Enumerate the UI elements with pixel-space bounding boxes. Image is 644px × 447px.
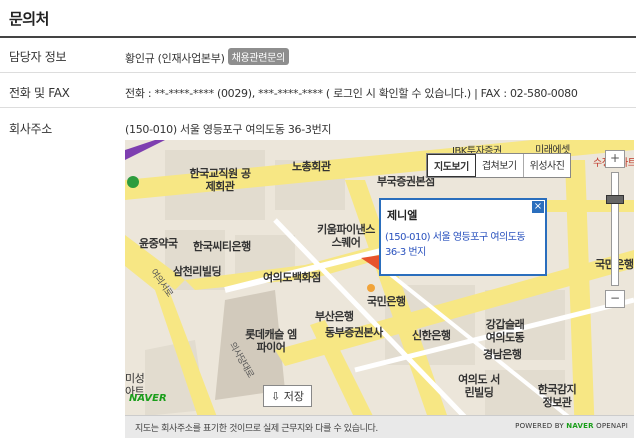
map-view-tabs: 지도보기 겹쳐보기 위성사진 — [426, 153, 572, 178]
map-label: 윤중약국 — [139, 237, 178, 250]
contact-value: 황인규 (인재사업본부) 채용관련문의 — [125, 48, 289, 66]
naver-map-logo: NAVER — [129, 393, 167, 404]
save-icon: ⇩ — [271, 390, 284, 403]
tab-map-view[interactable]: 지도보기 — [427, 154, 476, 177]
close-icon[interactable]: × — [532, 201, 544, 213]
zoom-control: + − — [604, 150, 626, 310]
phone-value: 전화 : **-****-**** (0029), ***-****-**** … — [125, 87, 578, 100]
map-label: 강갑슬래 여의도동 — [485, 318, 525, 344]
address-label: 회사주소 — [9, 122, 52, 136]
map-footer-note: 지도는 회사주소를 표기한 것이므로 실제 근무지와 다를 수 있습니다. — [135, 424, 378, 434]
map-label: 한국감지 정보관 — [537, 383, 577, 409]
map-save-button[interactable]: ⇩ 저장 — [263, 385, 312, 407]
map-label: 경남은행 — [483, 348, 522, 361]
map-label: 키움파이낸스 스퀘어 — [317, 223, 375, 249]
map-label: 여의도 서린빌딩 — [458, 373, 500, 399]
map-label: 동부증권본사 — [325, 326, 383, 339]
save-label: 저장 — [283, 390, 304, 403]
tab-overlay-view[interactable]: 겹쳐보기 — [476, 154, 524, 177]
map-label: 부산은행 — [315, 310, 354, 323]
map-label: 한국교직원 공제회관 — [189, 167, 251, 193]
map-label: 삼천리빌딩 — [173, 265, 222, 278]
zoom-out-button[interactable]: − — [605, 290, 625, 308]
powered-by-naver: POWERED BY NAVER OPENAPI — [515, 422, 628, 430]
map-label: 한국씨티은행 — [193, 240, 251, 253]
zoom-slider-handle[interactable] — [606, 195, 624, 204]
map-widget[interactable]: 노총회관 한국교직원 공제회관 부국증권본점 IBK투자증권 대우증권 미래에셋… — [125, 140, 634, 438]
zoom-slider[interactable] — [606, 172, 624, 286]
map-label: 노총회관 — [292, 160, 331, 173]
page-title: 문의처 — [9, 10, 49, 28]
contact-label: 담당자 정보 — [9, 50, 67, 64]
map-info-window: 제니엘 × (150-010) 서울 영등포구 여의도동 36-3 번지 — [379, 198, 547, 276]
map-label: 롯데캐슬 엠파이어 — [245, 328, 297, 354]
info-window-address[interactable]: (150-010) 서울 영등포구 여의도동 36-3 번지 — [385, 230, 541, 260]
map-label: 신한은행 — [412, 329, 451, 342]
address-value: (150-010) 서울 영등포구 여의도동 36-3번지 — [125, 123, 332, 136]
info-window-title: 제니엘 — [387, 209, 418, 222]
map-label: 여의도백화점 — [263, 271, 321, 284]
phone-label: 전화 및 FAX — [9, 86, 70, 100]
contact-name: 황인규 (인재사업본부) — [125, 52, 225, 65]
contact-row: 담당자 정보 황인규 (인재사업본부) 채용관련문의 — [0, 38, 636, 73]
zoom-in-button[interactable]: + — [605, 150, 625, 168]
phone-row: 전화 및 FAX 전화 : **-****-**** (0029), ***-*… — [0, 73, 636, 108]
tab-satellite-view[interactable]: 위성사진 — [524, 154, 571, 177]
map-label: 국민은행 — [367, 295, 406, 308]
map-footer: 지도는 회사주소를 표기한 것이므로 실제 근무지와 다를 수 있습니다. PO… — [125, 415, 634, 438]
recruit-inquiry-badge[interactable]: 채용관련문의 — [227, 48, 289, 65]
